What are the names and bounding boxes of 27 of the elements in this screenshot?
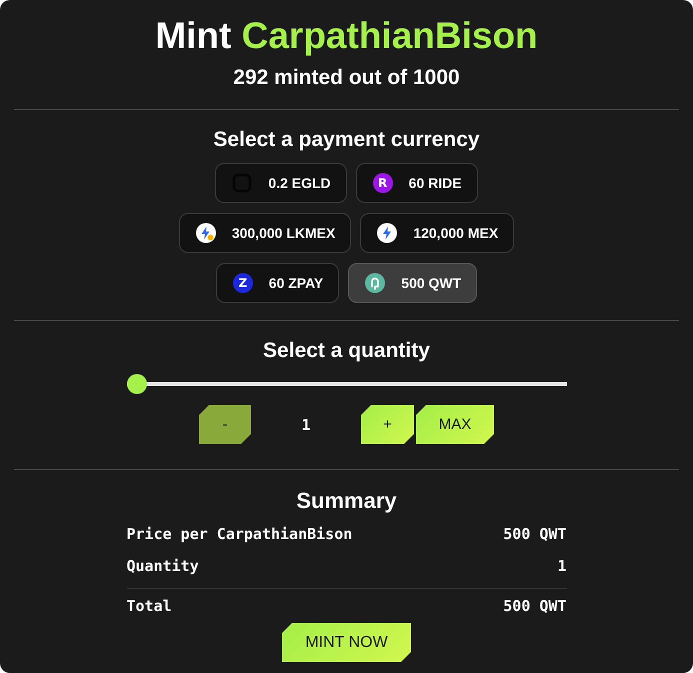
section-title: Select a quantity [262,338,431,364]
minted-count: 292 minted out of 1000 [232,65,461,91]
increment-button[interactable]: + [361,405,414,444]
currency-option[interactable]: Z 60 ZPAY [216,263,340,303]
lightning-icon [377,223,398,243]
summary-label: Price per CarpathianBison [126,524,352,545]
summary-value: 500 QWT [503,596,566,617]
lightning-coin-icon [196,223,216,243]
letter-logo-icon: Z [232,273,253,293]
summary-value: 500 QWT [503,524,566,545]
currency-option[interactable]: 300,000 LKMEX [178,213,352,253]
mint-now-button[interactable]: MINT NOW [282,623,411,662]
summary-label: Total [126,596,172,617]
summary-label: Quantity [126,556,199,577]
section-title: Select a payment currency [212,127,481,153]
currency-option[interactable]: 500 QWT [348,263,478,303]
letter-logo-icon: R [372,173,393,193]
loop-logo-icon [365,273,386,293]
section-title: Summary [295,487,398,515]
currency-option[interactable]: 0.2 EGLD [215,163,347,203]
max-button[interactable]: MAX [416,405,494,444]
summary-value: 1 [557,556,566,577]
currency-option[interactable]: R 60 RIDE [356,163,478,203]
currency-option[interactable]: 120,000 MEX [360,213,514,253]
quantity-value: 1 [300,416,312,434]
slider-thumb[interactable] [126,374,146,394]
page-title: Mint CarpathianBison [154,14,539,58]
